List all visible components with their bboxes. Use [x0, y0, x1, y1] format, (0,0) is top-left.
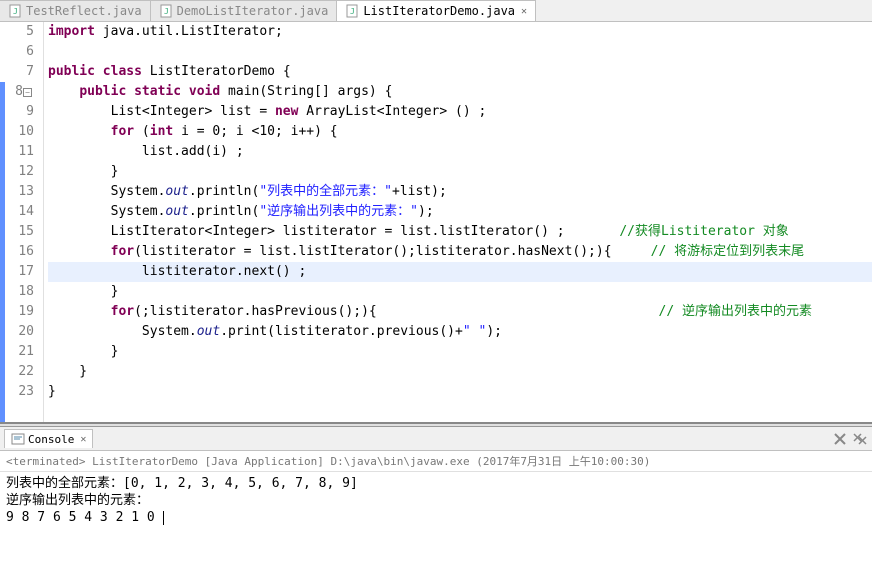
console-actions: [832, 431, 868, 447]
tab-label: TestReflect.java: [26, 4, 142, 18]
code-line: }: [48, 382, 872, 402]
line-number-gutter: 5 6 7 8− 9 10 11 12 13 14 15 16 17 18 19…: [8, 22, 44, 422]
svg-text:J: J: [350, 7, 355, 16]
fold-icon[interactable]: −: [23, 88, 32, 97]
tab-testreflect[interactable]: J TestReflect.java: [0, 0, 151, 21]
java-file-icon: J: [8, 4, 22, 18]
code-line: System.out.println("列表中的全部元素："+list);: [48, 182, 872, 202]
code-line-highlighted: listiterator.next() ;: [48, 262, 872, 282]
line-number: 22: [8, 362, 40, 382]
close-icon[interactable]: ✕: [521, 6, 527, 17]
line-number: 12: [8, 162, 40, 182]
code-line: System.out.print(listiterator.previous()…: [48, 322, 872, 342]
remove-launch-icon[interactable]: [832, 431, 848, 447]
code-line: [48, 42, 872, 62]
console-status: <terminated> ListIteratorDemo [Java Appl…: [0, 451, 872, 472]
code-line: for (int i = 0; i <10; i++) {: [48, 122, 872, 142]
code-line: import java.util.ListIterator;: [48, 22, 872, 42]
console-tab-bar: Console ✕: [0, 427, 872, 451]
output-line: 9 8 7 6 5 4 3 2 1 0: [6, 509, 866, 526]
code-line: for(;listiterator.hasPrevious();){ // 逆序…: [48, 302, 872, 322]
line-number: 13: [8, 182, 40, 202]
line-number: 15: [8, 222, 40, 242]
line-number: 6: [8, 42, 40, 62]
line-number: 19: [8, 302, 40, 322]
code-line: }: [48, 362, 872, 382]
code-line: List<Integer> list = new ArrayList<Integ…: [48, 102, 872, 122]
line-number: 5: [8, 22, 40, 42]
console-tab[interactable]: Console ✕: [4, 429, 93, 448]
code-line: public class ListIteratorDemo {: [48, 62, 872, 82]
line-number: 8−: [8, 82, 40, 102]
console-icon: [11, 432, 25, 446]
tab-listiteratordemo[interactable]: J ListIteratorDemo.java ✕: [337, 0, 536, 21]
code-line: }: [48, 342, 872, 362]
console-output[interactable]: 列表中的全部元素：[0, 1, 2, 3, 4, 5, 6, 7, 8, 9] …: [0, 472, 872, 529]
tab-demolistiterator[interactable]: J DemoListIterator.java: [151, 0, 338, 21]
code-editor[interactable]: 5 6 7 8− 9 10 11 12 13 14 15 16 17 18 19…: [0, 22, 872, 422]
code-line: }: [48, 162, 872, 182]
output-line: 列表中的全部元素：[0, 1, 2, 3, 4, 5, 6, 7, 8, 9]: [6, 475, 866, 492]
marker-column: [0, 22, 8, 422]
output-line: 逆序输出列表中的元素：: [6, 492, 866, 509]
line-number: 18: [8, 282, 40, 302]
console-panel: Console ✕ <terminated> ListIteratorDemo …: [0, 426, 872, 529]
code-line: System.out.println("逆序输出列表中的元素：");: [48, 202, 872, 222]
tab-label: DemoListIterator.java: [177, 4, 329, 18]
text-cursor: [163, 511, 164, 525]
code-line: }: [48, 282, 872, 302]
line-number: 9: [8, 102, 40, 122]
remove-all-icon[interactable]: [852, 431, 868, 447]
close-icon[interactable]: ✕: [80, 434, 86, 445]
java-file-icon: J: [345, 4, 359, 18]
code-area[interactable]: import java.util.ListIterator; public cl…: [44, 22, 872, 422]
java-file-icon: J: [159, 4, 173, 18]
line-number: 23: [8, 382, 40, 402]
line-number: 14: [8, 202, 40, 222]
svg-text:J: J: [164, 7, 169, 16]
tab-label: ListIteratorDemo.java: [363, 4, 515, 18]
code-line: list.add(i) ;: [48, 142, 872, 162]
code-line: public static void main(String[] args) {: [48, 82, 872, 102]
line-number: 10: [8, 122, 40, 142]
line-number: 21: [8, 342, 40, 362]
line-number: 16: [8, 242, 40, 262]
line-number: 11: [8, 142, 40, 162]
code-line: ListIterator<Integer> listiterator = lis…: [48, 222, 872, 242]
line-number: 20: [8, 322, 40, 342]
line-number: 17: [8, 262, 40, 282]
svg-text:J: J: [13, 7, 18, 16]
editor-tabs: J TestReflect.java J DemoListIterator.ja…: [0, 0, 872, 22]
line-number: 7: [8, 62, 40, 82]
code-line: for(listiterator = list.listIterator();l…: [48, 242, 872, 262]
console-tab-label: Console: [28, 433, 74, 446]
